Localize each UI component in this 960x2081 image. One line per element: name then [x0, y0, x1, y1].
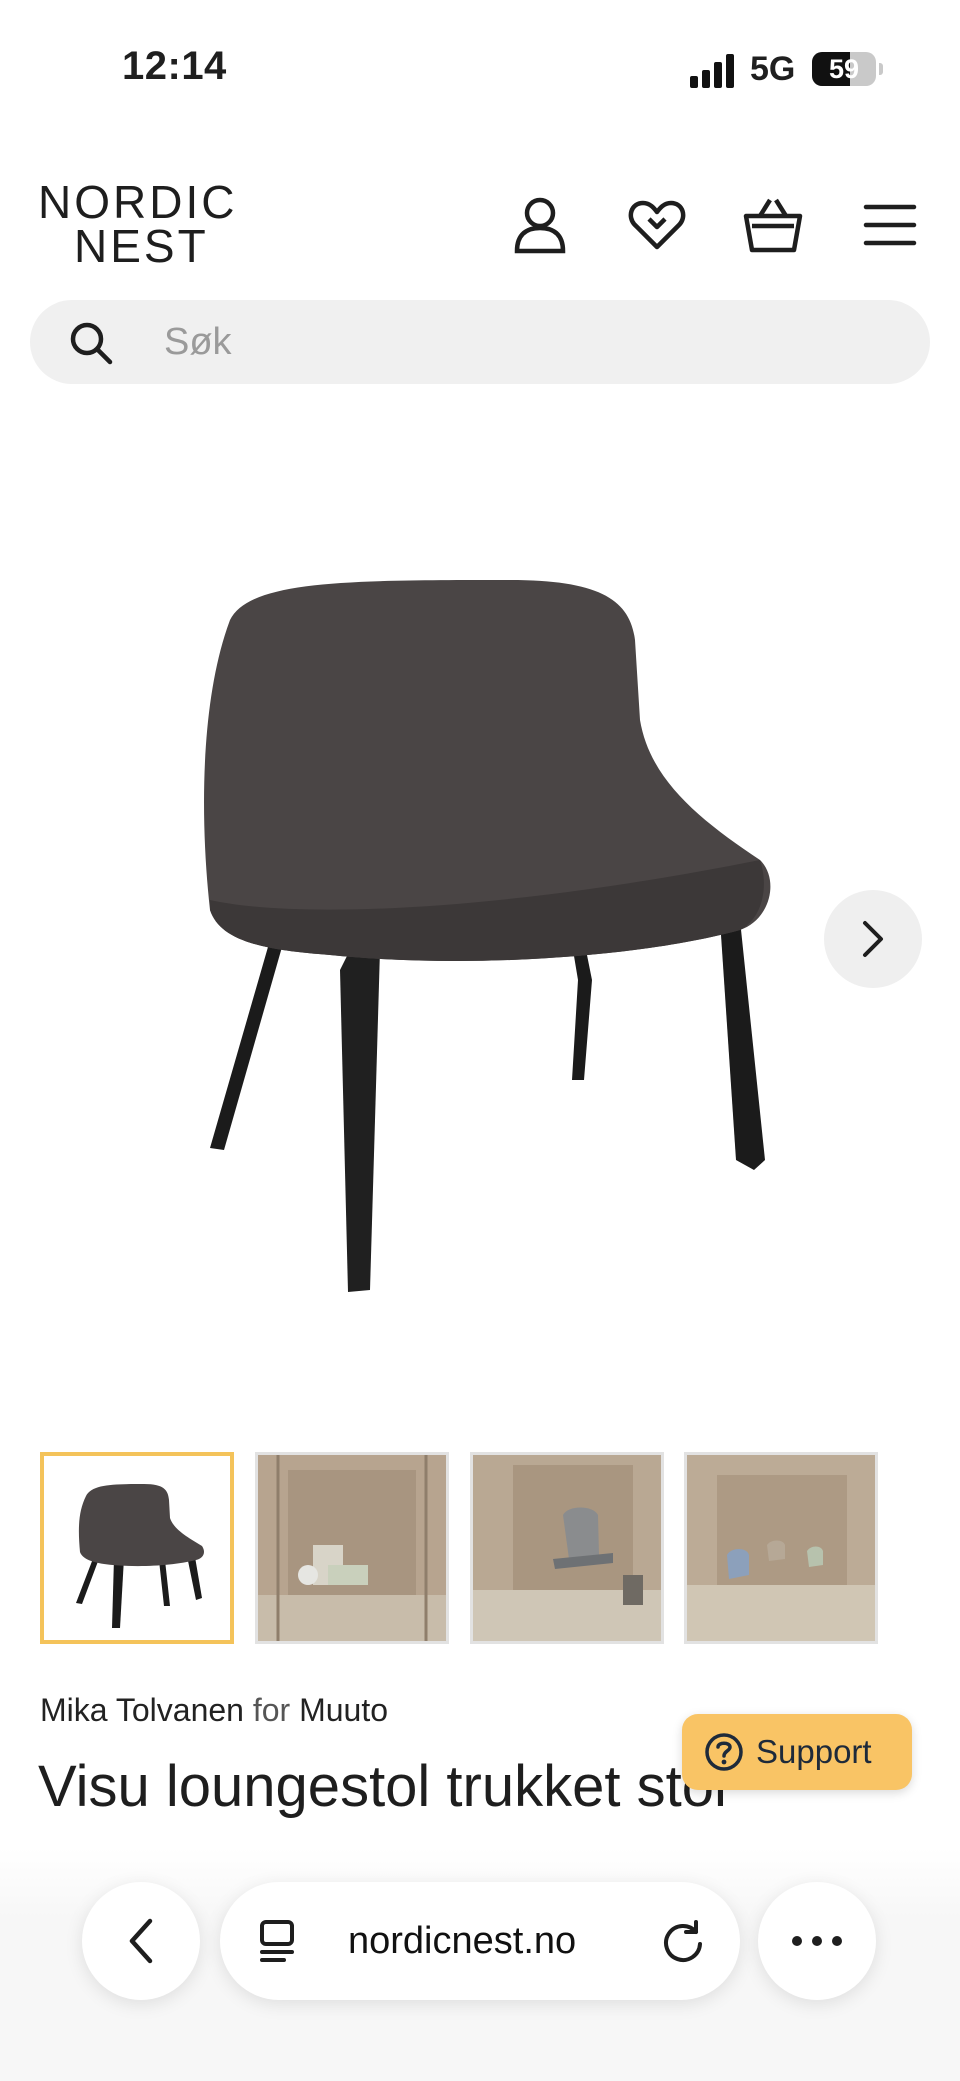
reload-icon[interactable]: [660, 1918, 706, 1964]
status-bar: 12:14 5G 59: [0, 0, 960, 140]
search-placeholder: Søk: [164, 321, 232, 363]
ellipsis-icon: [792, 1936, 842, 1946]
thumbnail-room-2[interactable]: [470, 1452, 664, 1644]
battery-icon: 59: [812, 52, 876, 86]
support-label: Support: [756, 1733, 872, 1770]
help-icon: [705, 1733, 743, 1771]
designer-credit: Mika Tolvanen for Muuto: [40, 1692, 388, 1729]
product-image[interactable]: [180, 560, 780, 1300]
network-label: 5G: [750, 50, 796, 88]
thumbnail-room-3[interactable]: [684, 1452, 878, 1644]
tab-overview-icon[interactable]: [258, 1918, 302, 1964]
battery-percent: 59: [828, 54, 860, 84]
thumbnail-chair[interactable]: [40, 1452, 234, 1644]
logo-line-1: NORDIC: [38, 176, 238, 228]
url-text[interactable]: nordicnest.no: [348, 1918, 576, 1964]
menu-icon[interactable]: [855, 190, 925, 260]
heart-icon[interactable]: [622, 190, 692, 260]
back-button[interactable]: [82, 1882, 200, 2000]
battery-cap: [879, 63, 883, 75]
user-icon[interactable]: [505, 190, 575, 260]
site-logo[interactable]: NORDIC NEST: [38, 176, 238, 272]
logo-line-2: NEST: [74, 220, 209, 272]
brand-name[interactable]: Muuto: [299, 1692, 388, 1728]
next-image-button[interactable]: [824, 890, 922, 988]
designer-name[interactable]: Mika Tolvanen: [40, 1692, 244, 1728]
more-options-button[interactable]: [758, 1882, 876, 2000]
search-icon: [68, 320, 114, 366]
thumbnail-room-1[interactable]: [255, 1452, 449, 1644]
signal-icon: [690, 52, 736, 88]
designer-connector: for: [252, 1692, 291, 1728]
support-button[interactable]: Support: [682, 1714, 912, 1790]
status-time: 12:14: [122, 44, 227, 88]
basket-icon[interactable]: [738, 190, 808, 260]
chevron-left-icon: [129, 1918, 153, 1964]
